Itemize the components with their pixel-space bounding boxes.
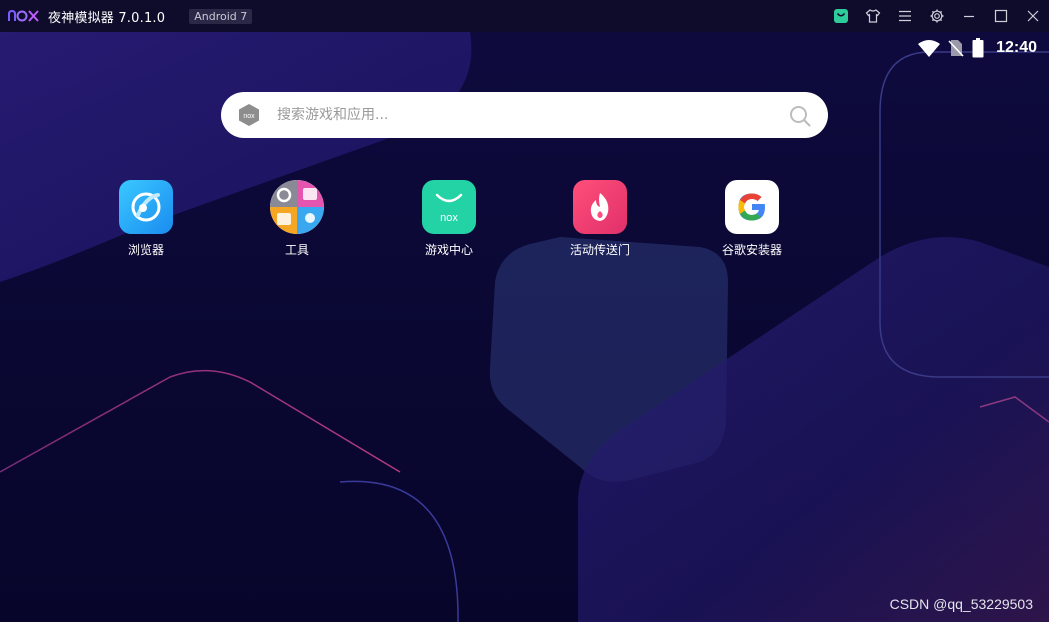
wifi-icon bbox=[918, 40, 941, 57]
app-label: 工具 bbox=[284, 243, 309, 257]
watermark: CSDN @qq_53229503 bbox=[889, 596, 1033, 612]
app-browser[interactable]: 浏览器 bbox=[91, 180, 201, 258]
no-sim-icon bbox=[948, 40, 964, 57]
app-label: 活动传送门 bbox=[569, 243, 630, 257]
nox-logo bbox=[8, 9, 39, 22]
search-icon[interactable] bbox=[788, 104, 812, 128]
minimize-icon bbox=[964, 15, 974, 18]
app-label: 谷歌安装器 bbox=[721, 243, 782, 257]
status-time: 12:40 bbox=[996, 39, 1037, 56]
title-bar: 夜神模拟器 7.0.1.0 Android 7 bbox=[0, 0, 1049, 32]
svg-text:nox: nox bbox=[440, 212, 458, 224]
close-icon bbox=[1027, 10, 1039, 22]
android-home-screen: 12:40 nox 浏览器 bbox=[0, 32, 1049, 622]
android-version-badge: Android 7 bbox=[189, 8, 253, 24]
google-installer-icon bbox=[725, 180, 779, 234]
menu-button[interactable] bbox=[889, 0, 921, 32]
event-portal-icon bbox=[573, 180, 627, 234]
maximize-button[interactable] bbox=[985, 0, 1017, 32]
theme-icon bbox=[865, 9, 881, 23]
minimize-button[interactable] bbox=[953, 0, 985, 32]
search-bar[interactable]: nox bbox=[221, 92, 828, 138]
svg-text:nox: nox bbox=[243, 113, 255, 120]
app-game-center[interactable]: nox 游戏中心 bbox=[394, 180, 504, 258]
settings-icon bbox=[930, 9, 944, 23]
theme-button[interactable] bbox=[857, 0, 889, 32]
maximize-icon bbox=[994, 9, 1008, 23]
battery-icon bbox=[972, 38, 984, 58]
nox-hexagon-icon: nox bbox=[239, 104, 259, 126]
app-label: 浏览器 bbox=[127, 243, 164, 257]
app-tools[interactable]: 工具 bbox=[242, 180, 352, 258]
app-event-portal[interactable]: 活动传送门 bbox=[545, 180, 655, 258]
game-center-icon: nox bbox=[422, 180, 476, 234]
menu-icon bbox=[899, 10, 911, 22]
app-google-installer[interactable]: 谷歌安装器 bbox=[697, 180, 807, 258]
store-icon bbox=[834, 9, 848, 23]
app-label: 游戏中心 bbox=[424, 243, 473, 257]
tools-icon bbox=[270, 180, 324, 234]
search-input[interactable] bbox=[277, 107, 757, 123]
close-button[interactable] bbox=[1017, 0, 1049, 32]
status-bar: 12:40 bbox=[918, 37, 1037, 59]
settings-button[interactable] bbox=[921, 0, 953, 32]
window-title: 夜神模拟器 7.0.1.0 bbox=[48, 10, 166, 26]
store-button[interactable] bbox=[825, 0, 857, 32]
browser-icon bbox=[119, 180, 173, 234]
